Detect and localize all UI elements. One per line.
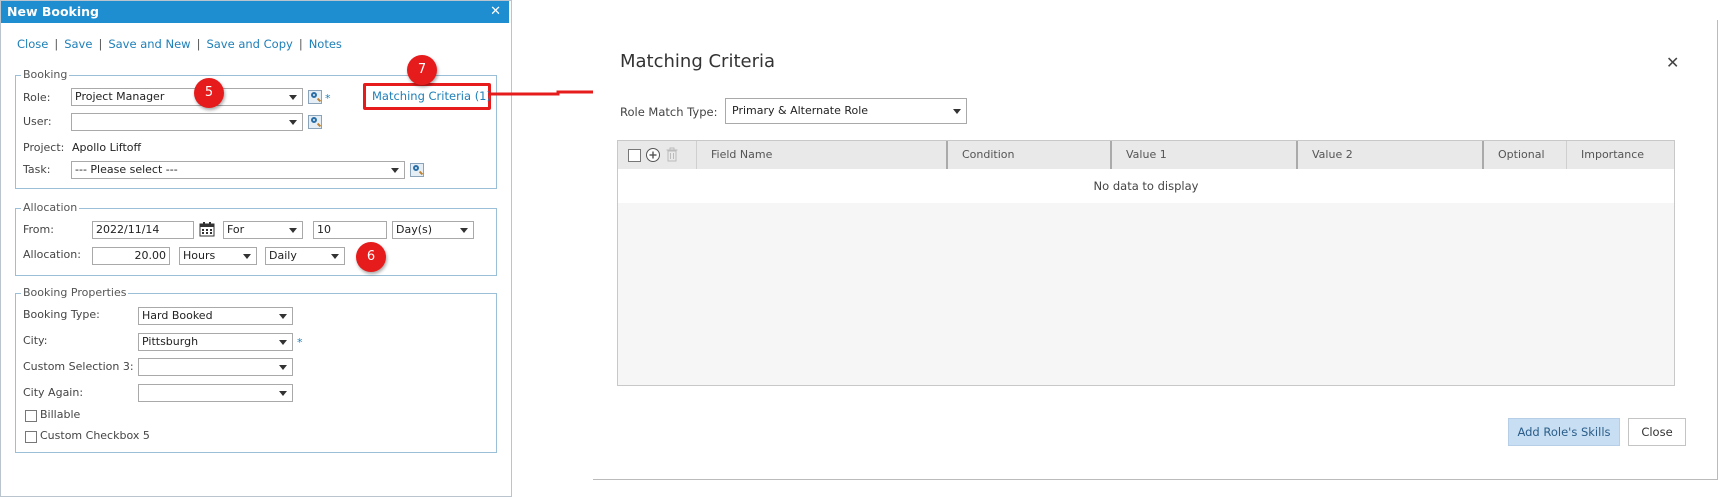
panel-title: New Booking (7, 4, 99, 19)
booking-type-value: Hard Booked (142, 309, 213, 322)
for-select[interactable]: For (223, 221, 303, 239)
city-again-label: City Again: (23, 386, 84, 399)
allocation-input[interactable]: 20.00 (92, 247, 170, 265)
dropdown-arrow-icon (289, 228, 297, 233)
booking-type-label: Booking Type: (23, 308, 100, 321)
city-select[interactable]: Pittsburgh (138, 333, 293, 351)
custom-checkbox-5[interactable] (25, 431, 37, 443)
from-label: From: (23, 223, 54, 236)
step-badge-5: 5 (194, 78, 224, 108)
booking-properties-legend: Booking Properties (21, 286, 129, 299)
dropdown-arrow-icon (243, 254, 251, 259)
role-label: Role: (23, 91, 51, 104)
step-badge-7: 7 (407, 55, 437, 85)
role-match-type-label: Role Match Type: (620, 105, 718, 119)
step-badge-6: 6 (356, 242, 386, 272)
user-magnifier-icon[interactable] (308, 115, 322, 129)
col-value-1[interactable]: Value 1 (1110, 141, 1296, 169)
billable-checkbox[interactable] (25, 410, 37, 422)
custom-selection-3-label: Custom Selection 3: (23, 360, 134, 373)
duration-unit-value: Day(s) (396, 223, 433, 236)
dropdown-arrow-icon (460, 228, 468, 233)
dropdown-arrow-icon (279, 391, 287, 396)
task-select-value: --- Please select --- (75, 163, 178, 176)
calendar-icon[interactable] (199, 221, 215, 237)
dropdown-arrow-icon (279, 314, 287, 319)
role-match-type-select[interactable]: Primary & Alternate Role (725, 98, 967, 124)
dropdown-arrow-icon (289, 95, 297, 100)
col-optional[interactable]: Optional (1482, 141, 1566, 169)
col-field-name[interactable]: Field Name (696, 141, 946, 169)
custom-checkbox-5-label: Custom Checkbox 5 (40, 429, 150, 442)
allocation-period-value: Daily (269, 249, 297, 262)
toolbar-save-and-copy-link[interactable]: Save and Copy (206, 37, 292, 51)
role-magnifier-icon[interactable] (308, 90, 322, 104)
role-select-value: Project Manager (75, 90, 165, 103)
toolbar-save-and-new-link[interactable]: Save and New (108, 37, 190, 51)
booking-type-select[interactable]: Hard Booked (138, 307, 293, 325)
dropdown-arrow-icon (391, 168, 399, 173)
user-select[interactable] (71, 113, 303, 131)
city-required-mark: * (297, 336, 303, 349)
booking-toolbar: Close | Save | Save and New | Save and Copy | No… (17, 37, 342, 51)
toolbar-save-link[interactable]: Save (64, 37, 92, 51)
col-value-2[interactable]: Value 2 (1296, 141, 1482, 169)
col-importance-score[interactable]: Importance Score (1566, 141, 1674, 189)
from-date-value: 2022/11/14 (96, 223, 160, 236)
from-date-input[interactable]: 2022/11/14 (92, 221, 194, 239)
toolbar-close-link[interactable]: Close (17, 37, 48, 51)
allocation-unit-value: Hours (183, 249, 216, 262)
modal-close-button[interactable]: Close (1628, 418, 1686, 446)
booking-legend: Booking (21, 68, 70, 81)
user-label: User: (23, 115, 52, 128)
dropdown-arrow-icon (953, 109, 961, 114)
col-condition[interactable]: Condition (946, 141, 1110, 169)
allocation-unit-select[interactable]: Hours (179, 247, 257, 265)
task-label: Task: (23, 163, 51, 176)
allocation-period-select[interactable]: Daily (265, 247, 345, 265)
allocation-legend: Allocation (21, 201, 80, 214)
select-all-checkbox[interactable] (628, 149, 641, 162)
duration-unit-select[interactable]: Day(s) (392, 221, 474, 239)
duration-value: 10 (317, 223, 331, 236)
task-select[interactable]: --- Please select --- (71, 161, 405, 179)
add-roles-skills-button[interactable]: Add Role's Skills (1508, 418, 1620, 446)
project-value: Apollo Liftoff (72, 141, 142, 154)
role-required-mark: * (325, 92, 331, 105)
close-icon[interactable]: ✕ (490, 1, 501, 23)
dropdown-arrow-icon (331, 254, 339, 259)
dropdown-arrow-icon (279, 340, 287, 345)
criteria-grid-header: Field Name Condition Value 1 Value 2 Opt… (618, 141, 1674, 189)
role-select[interactable]: Project Manager (71, 88, 303, 106)
matching-criteria-link[interactable]: Matching Criteria (1) (372, 89, 491, 103)
duration-input[interactable]: 10 (313, 221, 387, 239)
billable-label: Billable (40, 408, 81, 421)
role-match-type-value: Primary & Alternate Role (732, 104, 869, 117)
custom-selection-3-select[interactable] (138, 358, 293, 376)
task-magnifier-icon[interactable] (410, 163, 424, 177)
city-value: Pittsburgh (142, 335, 199, 348)
add-icon[interactable] (645, 147, 661, 163)
city-again-select[interactable] (138, 384, 293, 402)
delete-icon[interactable] (665, 147, 679, 163)
modal-title: Matching Criteria (620, 51, 776, 72)
modal-close-icon[interactable]: ✕ (1666, 53, 1679, 72)
dropdown-arrow-icon (289, 120, 297, 125)
city-label: City: (23, 334, 48, 347)
dropdown-arrow-icon (279, 365, 287, 370)
panel-titlebar: New Booking ✕ (1, 1, 509, 23)
toolbar-notes-link[interactable]: Notes (309, 37, 342, 51)
allocation-label: Allocation: (23, 248, 81, 261)
allocation-section (15, 208, 497, 276)
criteria-grid: Field Name Condition Value 1 Value 2 Opt… (617, 140, 1675, 386)
empty-grid-message: No data to display (618, 169, 1674, 203)
grid-toolbar-cell (618, 141, 696, 169)
allocation-value: 20.00 (134, 249, 167, 262)
for-select-value: For (227, 223, 245, 236)
project-label: Project: (23, 141, 65, 154)
